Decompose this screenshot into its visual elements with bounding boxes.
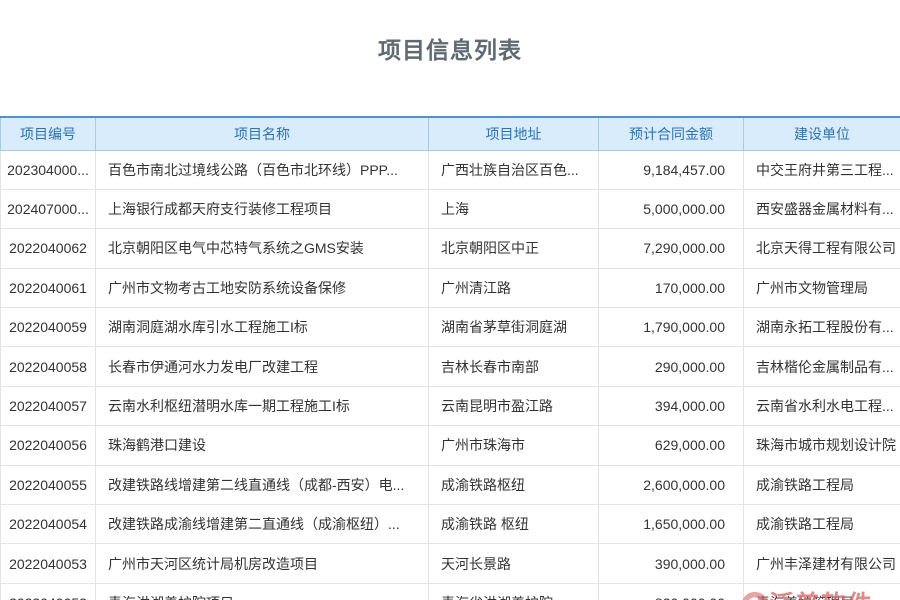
cell-project-address: 广西壮族自治区百色... xyxy=(429,150,599,189)
cell-project-address: 广州清江路 xyxy=(429,268,599,307)
cell-contract-amount: 1,650,000.00 xyxy=(599,505,744,544)
cell-project-address: 天河长景路 xyxy=(429,544,599,583)
cell-construction-unit: 湖南永拓工程股份有... xyxy=(744,308,900,347)
cell-project-name: 珠海鹤港口建设 xyxy=(96,426,429,465)
project-info-table: 项目编号 项目名称 项目地址 预计合同金额 建设单位 202304000... … xyxy=(0,116,900,600)
cell-construction-unit: 珠海市城市规划设计院 xyxy=(744,426,900,465)
cell-contract-amount: 1,790,000.00 xyxy=(599,308,744,347)
cell-project-name: 广州市文物考古工地安防系统设备保修 xyxy=(96,268,429,307)
cell-project-name: 广州市天河区统计局机房改造项目 xyxy=(96,544,429,583)
cell-contract-amount: 629,000.00 xyxy=(599,426,744,465)
cell-project-name: 北京朝阳区电气中芯特气系统之GMS安装 xyxy=(96,229,429,268)
cell-project-name: 青海洪湖养护院项目 xyxy=(96,583,429,600)
table-row[interactable]: 2022040053 广州市天河区统计局机房改造项目 天河长景路 390,000… xyxy=(1,544,900,583)
table-row[interactable]: 202304000... 百色市南北过境线公路（百色市北环线）PPP... 广西… xyxy=(1,150,900,189)
cell-project-id: 2022040052 xyxy=(1,583,96,600)
cell-construction-unit: 北京天得工程有限公司 xyxy=(744,229,900,268)
table-header-row: 项目编号 项目名称 项目地址 预计合同金额 建设单位 xyxy=(1,117,900,150)
table-row[interactable]: 2022040052 青海洪湖养护院项目 青海省洪湖养护院 820,000.00… xyxy=(1,583,900,600)
cell-project-id: 2022040055 xyxy=(1,465,96,504)
cell-project-address: 成渝铁路枢纽 xyxy=(429,465,599,504)
table-row[interactable]: 2022040059 湖南洞庭湖水库引水工程施工I标 湖南省茅草街洞庭湖 1,7… xyxy=(1,308,900,347)
header-cell-contract-amount: 预计合同金额 xyxy=(599,117,744,150)
header-cell-project-address: 项目地址 xyxy=(429,117,599,150)
cell-project-id: 2022040057 xyxy=(1,386,96,425)
cell-contract-amount: 9,184,457.00 xyxy=(599,150,744,189)
table-row[interactable]: 2022040057 云南水利枢纽潜明水库一期工程施工I标 云南昆明市盈江路 3… xyxy=(1,386,900,425)
cell-construction-unit: 广州市文物管理局 xyxy=(744,268,900,307)
table-row[interactable]: 2022040058 长春市伊通河水力发电厂改建工程 吉林长春市南部 290,0… xyxy=(1,347,900,386)
cell-construction-unit: 成渝铁路工程局 xyxy=(744,505,900,544)
cell-project-id: 202407000... xyxy=(1,189,96,228)
cell-construction-unit: 成渝铁路工程局 xyxy=(744,465,900,504)
cell-project-id: 2022040053 xyxy=(1,544,96,583)
cell-project-address: 北京朝阳区中正 xyxy=(429,229,599,268)
cell-project-id: 2022040056 xyxy=(1,426,96,465)
cell-project-address: 广州市珠海市 xyxy=(429,426,599,465)
table-row[interactable]: 2022040061 广州市文物考古工地安防系统设备保修 广州清江路 170,0… xyxy=(1,268,900,307)
header-cell-project-id: 项目编号 xyxy=(1,117,96,150)
cell-project-name: 上海银行成都天府支行装修工程项目 xyxy=(96,189,429,228)
cell-project-name: 百色市南北过境线公路（百色市北环线）PPP... xyxy=(96,150,429,189)
cell-project-name: 改建铁路线增建第二线直通线（成都-西安）电... xyxy=(96,465,429,504)
cell-project-address: 云南昆明市盈江路 xyxy=(429,386,599,425)
cell-project-address: 成渝铁路 枢纽 xyxy=(429,505,599,544)
cell-project-address: 青海省洪湖养护院 xyxy=(429,583,599,600)
cell-contract-amount: 170,000.00 xyxy=(599,268,744,307)
cell-project-id: 2022040058 xyxy=(1,347,96,386)
table-row[interactable]: 2022040054 改建铁路成渝线增建第二直通线（成渝枢纽）... 成渝铁路 … xyxy=(1,505,900,544)
table-row[interactable]: 202407000... 上海银行成都天府支行装修工程项目 上海 5,000,0… xyxy=(1,189,900,228)
cell-contract-amount: 820,000.00 xyxy=(599,583,744,600)
table-row[interactable]: 2022040062 北京朝阳区电气中芯特气系统之GMS安装 北京朝阳区中正 7… xyxy=(1,229,900,268)
table-body: 202304000... 百色市南北过境线公路（百色市北环线）PPP... 广西… xyxy=(1,150,900,600)
page-title: 项目信息列表 xyxy=(0,31,900,65)
cell-project-id: 2022040061 xyxy=(1,268,96,307)
cell-contract-amount: 390,000.00 xyxy=(599,544,744,583)
cell-contract-amount: 2,600,000.00 xyxy=(599,465,744,504)
cell-project-address: 吉林长春市南部 xyxy=(429,347,599,386)
cell-construction-unit: 吉林楷伦金属制品有... xyxy=(744,347,900,386)
page: 项目信息列表 项目编号 项目名称 项目地址 预计合同金额 建设单位 202304… xyxy=(0,31,900,600)
cell-contract-amount: 394,000.00 xyxy=(599,386,744,425)
cell-project-address: 上海 xyxy=(429,189,599,228)
cell-construction-unit: 云南省水利水电工程... xyxy=(744,386,900,425)
cell-project-name: 改建铁路成渝线增建第二直通线（成渝枢纽）... xyxy=(96,505,429,544)
table-row[interactable]: 2022040055 改建铁路线增建第二线直通线（成都-西安）电... 成渝铁路… xyxy=(1,465,900,504)
cell-project-name: 湖南洞庭湖水库引水工程施工I标 xyxy=(96,308,429,347)
cell-project-id: 2022040059 xyxy=(1,308,96,347)
cell-project-name: 长春市伊通河水力发电厂改建工程 xyxy=(96,347,429,386)
cell-project-id: 202304000... xyxy=(1,150,96,189)
cell-construction-unit: 青海养护管理局 xyxy=(744,583,900,600)
cell-construction-unit: 广州丰泽建材有限公司 xyxy=(744,544,900,583)
cell-construction-unit: 中交王府井第三工程... xyxy=(744,150,900,189)
cell-project-address: 湖南省茅草街洞庭湖 xyxy=(429,308,599,347)
cell-project-id: 2022040054 xyxy=(1,505,96,544)
cell-project-id: 2022040062 xyxy=(1,229,96,268)
cell-contract-amount: 5,000,000.00 xyxy=(599,189,744,228)
cell-contract-amount: 290,000.00 xyxy=(599,347,744,386)
header-cell-project-name: 项目名称 xyxy=(96,117,429,150)
cell-contract-amount: 7,290,000.00 xyxy=(599,229,744,268)
header-cell-construction-unit: 建设单位 xyxy=(744,117,900,150)
table-row[interactable]: 2022040056 珠海鹤港口建设 广州市珠海市 629,000.00 珠海市… xyxy=(1,426,900,465)
cell-project-name: 云南水利枢纽潜明水库一期工程施工I标 xyxy=(96,386,429,425)
cell-construction-unit: 西安盛器金属材料有... xyxy=(744,189,900,228)
